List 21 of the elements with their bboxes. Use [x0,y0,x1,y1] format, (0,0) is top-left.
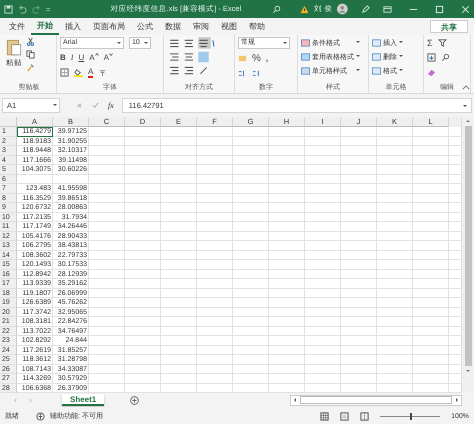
ribbon-tab[interactable]: 插入 [59,18,87,35]
percent-button[interactable]: % [252,54,261,64]
ribbon-tab[interactable]: 页面布局 [87,18,131,35]
underline-button[interactable]: U [78,52,84,62]
comma-button[interactable]: , [266,54,268,64]
grow-font-button[interactable]: A [89,52,99,62]
italic-button[interactable]: I [70,52,74,62]
ribbon-tab[interactable]: 视图 [215,18,243,35]
share-button[interactable]: 共享 [430,20,468,33]
ribbon-tab[interactable]: 审阅 [187,18,215,35]
autosum-button[interactable]: Σ [427,38,433,48]
ribbon-tab[interactable]: 文件 [3,18,31,35]
customize-quick-access[interactable]: = [46,4,51,14]
ribbon-tab[interactable]: 数据 [159,18,187,35]
shrink-font-button[interactable]: A [104,52,113,62]
bold-button[interactable]: B [60,52,66,62]
insert-function-button[interactable]: fx [108,101,114,110]
font-color-button[interactable]: A [88,68,94,78]
sheet-tab[interactable]: Sheet1 [62,394,104,406]
ribbon-tab[interactable]: 帮助 [243,18,271,35]
ribbon-tab[interactable]: 公式 [131,18,159,35]
